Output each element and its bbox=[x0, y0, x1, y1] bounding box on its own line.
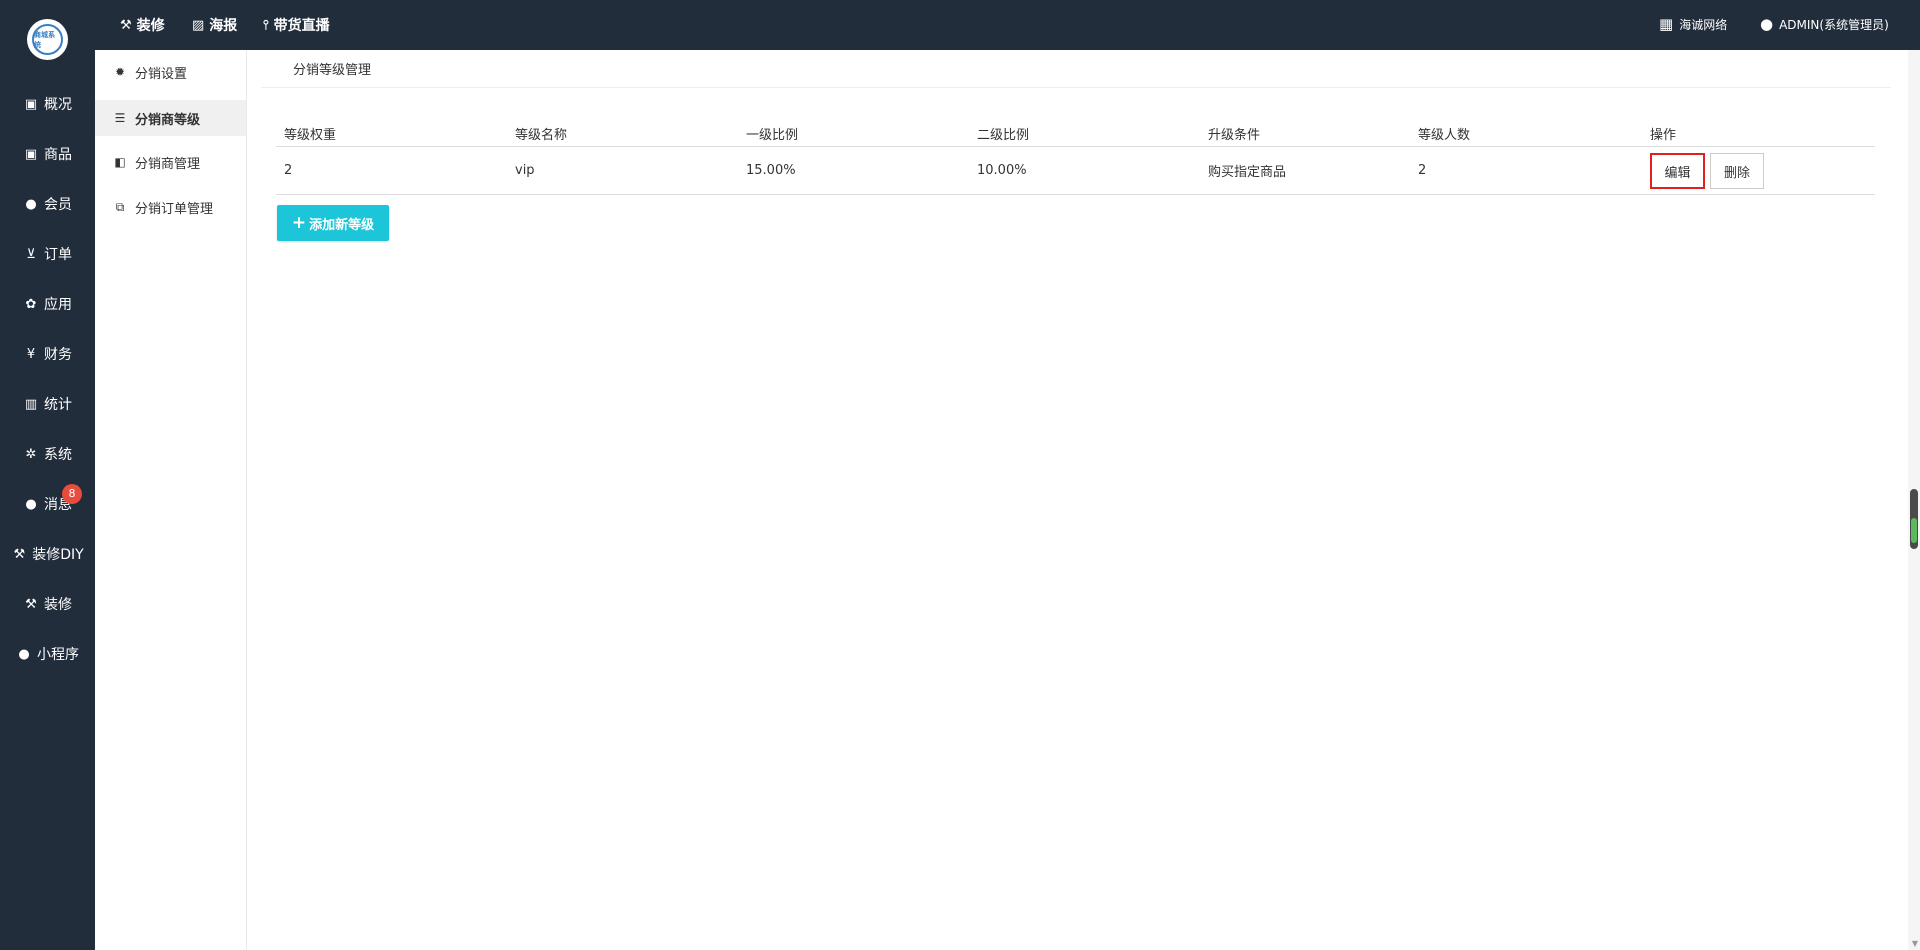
user-icon: ● bbox=[1760, 15, 1774, 33]
subnav-item-levels[interactable]: ☰ 分销商等级 bbox=[95, 100, 246, 136]
plus-icon: + bbox=[291, 213, 307, 233]
sidebar-item-finance[interactable]: ¥ 财务 bbox=[0, 337, 95, 371]
subnav-item-label: 分销商管理 bbox=[135, 156, 201, 172]
cell-condition: 购买指定商品 bbox=[1208, 165, 1287, 180]
page-scrollbar[interactable]: ▼ bbox=[1908, 50, 1920, 950]
column-header-actions: 操作 bbox=[1650, 127, 1677, 143]
top-link-decorate[interactable]: ⚒ 装修 bbox=[120, 0, 165, 50]
sidebar-item-label: 会员 bbox=[44, 197, 72, 213]
column-header-level2: 二级比例 bbox=[977, 127, 1030, 143]
sidebar-item-label: 订单 bbox=[44, 247, 72, 263]
subnav-item-orders[interactable]: ⧉ 分销订单管理 bbox=[95, 189, 246, 225]
sidebar-item-label: 商品 bbox=[44, 147, 72, 163]
sidebar-item-goods[interactable]: ▣ 商品 bbox=[0, 137, 95, 171]
sidebar-item-members[interactable]: ● 会员 bbox=[0, 187, 95, 221]
subnav-item-distributors[interactable]: ◧ 分销商管理 bbox=[95, 144, 246, 180]
main-content: 分销等级管理 等级权重 等级名称 一级比例 二级比例 升级条件 等级人数 操作 … bbox=[261, 50, 1891, 950]
hammer-icon: ⚒ bbox=[120, 17, 132, 33]
column-header-condition: 升级条件 bbox=[1208, 127, 1261, 143]
sidebar-item-label: 小程序 bbox=[37, 647, 79, 663]
hammer-icon: ⚒ bbox=[25, 596, 37, 612]
cell-name: vip bbox=[515, 163, 535, 178]
hammer-icon: ⚒ bbox=[13, 546, 26, 562]
sidebar-item-label: 系统 bbox=[44, 447, 72, 463]
sliders-icon: ☰ bbox=[114, 111, 126, 125]
sidebar-item-overview[interactable]: ▣ 概况 bbox=[0, 87, 95, 121]
scrollbar-indicator bbox=[1911, 518, 1917, 543]
subnav-item-label: 分销设置 bbox=[135, 66, 188, 82]
message-count-badge: 8 bbox=[62, 484, 82, 504]
chat-icon: ● bbox=[25, 496, 37, 512]
subnav-item-label: 分销商等级 bbox=[135, 112, 201, 128]
logo[interactable]: 商城系统 bbox=[27, 19, 68, 60]
table-header: 等级权重 等级名称 一级比例 二级比例 升级条件 等级人数 操作 bbox=[276, 120, 1875, 147]
sidebar-item-label: 装修DIY bbox=[32, 547, 84, 563]
cell-count: 2 bbox=[1418, 163, 1427, 178]
company-link[interactable]: ▦ 海诚网络 bbox=[1659, 0, 1727, 48]
grid-icon: ▦ bbox=[1659, 15, 1674, 33]
share-icon: ◧ bbox=[114, 155, 126, 169]
top-link-label: 带货直播 bbox=[273, 18, 330, 34]
add-level-button[interactable]: + 添加新等级 bbox=[277, 205, 389, 241]
scroll-down-icon[interactable]: ▼ bbox=[1912, 939, 1918, 948]
add-level-label: 添加新等级 bbox=[309, 217, 375, 233]
sidebar-item-miniprogram[interactable]: ● 小程序 bbox=[0, 637, 95, 671]
dashboard-icon: ▣ bbox=[24, 96, 38, 112]
main-sidebar: 商城系统 ▣ 概况 ▣ 商品 ● 会员 ⊻ 订单 ✿ 应用 ¥ 财务 ▥ 统计 ✲ 系统 ● 消息… bbox=[0, 0, 95, 950]
top-link-label: 装修 bbox=[136, 18, 165, 34]
sidebar-item-apps[interactable]: ✿ 应用 bbox=[0, 287, 95, 321]
user-menu[interactable]: ● ADMIN(系统管理员) bbox=[1760, 0, 1889, 48]
subnav-item-label: 分销订单管理 bbox=[135, 201, 214, 217]
user-name: ADMIN(系统管理员) bbox=[1779, 17, 1889, 32]
sidebar-item-orders[interactable]: ⊻ 订单 bbox=[0, 237, 95, 271]
sidebar-item-label: 财务 bbox=[44, 347, 72, 363]
cubes-icon: ✿ bbox=[25, 296, 37, 312]
column-header-weight: 等级权重 bbox=[284, 127, 337, 143]
secondary-sidebar: ✹ 分销设置 ☰ 分销商等级 ◧ 分销商管理 ⧉ 分销订单管理 bbox=[95, 50, 247, 950]
cell-level2: 10.00% bbox=[977, 163, 1027, 178]
cell-level1: 15.00% bbox=[746, 163, 796, 178]
box-icon: ▣ bbox=[24, 146, 38, 162]
sidebar-item-label: 概况 bbox=[44, 97, 72, 113]
sidebar-item-messages[interactable]: ● 消息 8 bbox=[0, 484, 95, 521]
yen-icon: ¥ bbox=[26, 346, 36, 362]
sidebar-item-diy[interactable]: ⚒ 装修DIY bbox=[0, 537, 95, 571]
page-title-text: 分销等级管理 bbox=[293, 63, 372, 78]
column-header-name: 等级名称 bbox=[515, 127, 568, 143]
wechat-icon: ● bbox=[18, 646, 30, 662]
cart-icon: ⊻ bbox=[26, 246, 36, 262]
mic-icon: ⫯ bbox=[263, 17, 269, 33]
bar-chart-icon: ▥ bbox=[24, 396, 38, 412]
sidebar-item-stats[interactable]: ▥ 统计 bbox=[0, 387, 95, 421]
users-icon: ● bbox=[25, 196, 37, 212]
gear-icon: ✹ bbox=[114, 65, 126, 79]
gears-icon: ✲ bbox=[25, 446, 37, 462]
sidebar-item-decorate[interactable]: ⚒ 装修 bbox=[0, 587, 95, 621]
subnav-item-settings[interactable]: ✹ 分销设置 bbox=[95, 54, 246, 90]
top-link-label: 海报 bbox=[209, 18, 238, 34]
sidebar-item-label: 装修 bbox=[44, 597, 72, 613]
image-icon: ▨ bbox=[192, 17, 205, 33]
top-link-live[interactable]: ⫯ 带货直播 bbox=[263, 0, 330, 50]
delete-button[interactable]: 删除 bbox=[1710, 153, 1764, 189]
sidebar-item-label: 统计 bbox=[44, 397, 72, 413]
top-header: ⚒ 装修 ▨ 海报 ⫯ 带货直播 ▦ 海诚网络 ● ADMIN(系统管理员) bbox=[95, 0, 1920, 50]
company-name: 海诚网络 bbox=[1679, 17, 1728, 32]
column-header-count: 等级人数 bbox=[1418, 127, 1471, 143]
column-header-level1: 一级比例 bbox=[746, 127, 799, 143]
top-link-poster[interactable]: ▨ 海报 bbox=[192, 0, 237, 50]
copy-icon: ⧉ bbox=[115, 199, 125, 214]
edit-button[interactable]: 编辑 bbox=[1650, 153, 1705, 189]
sidebar-item-system[interactable]: ✲ 系统 bbox=[0, 437, 95, 471]
cell-weight: 2 bbox=[284, 163, 293, 178]
page-title: 分销等级管理 bbox=[261, 50, 1891, 88]
levels-table: 等级权重 等级名称 一级比例 二级比例 升级条件 等级人数 操作 2 vip 1… bbox=[276, 120, 1875, 195]
table-row: 2 vip 15.00% 10.00% 购买指定商品 2 编辑 删除 bbox=[276, 147, 1875, 195]
logo-text: 商城系统 bbox=[32, 24, 63, 55]
sidebar-item-label: 应用 bbox=[44, 297, 72, 313]
